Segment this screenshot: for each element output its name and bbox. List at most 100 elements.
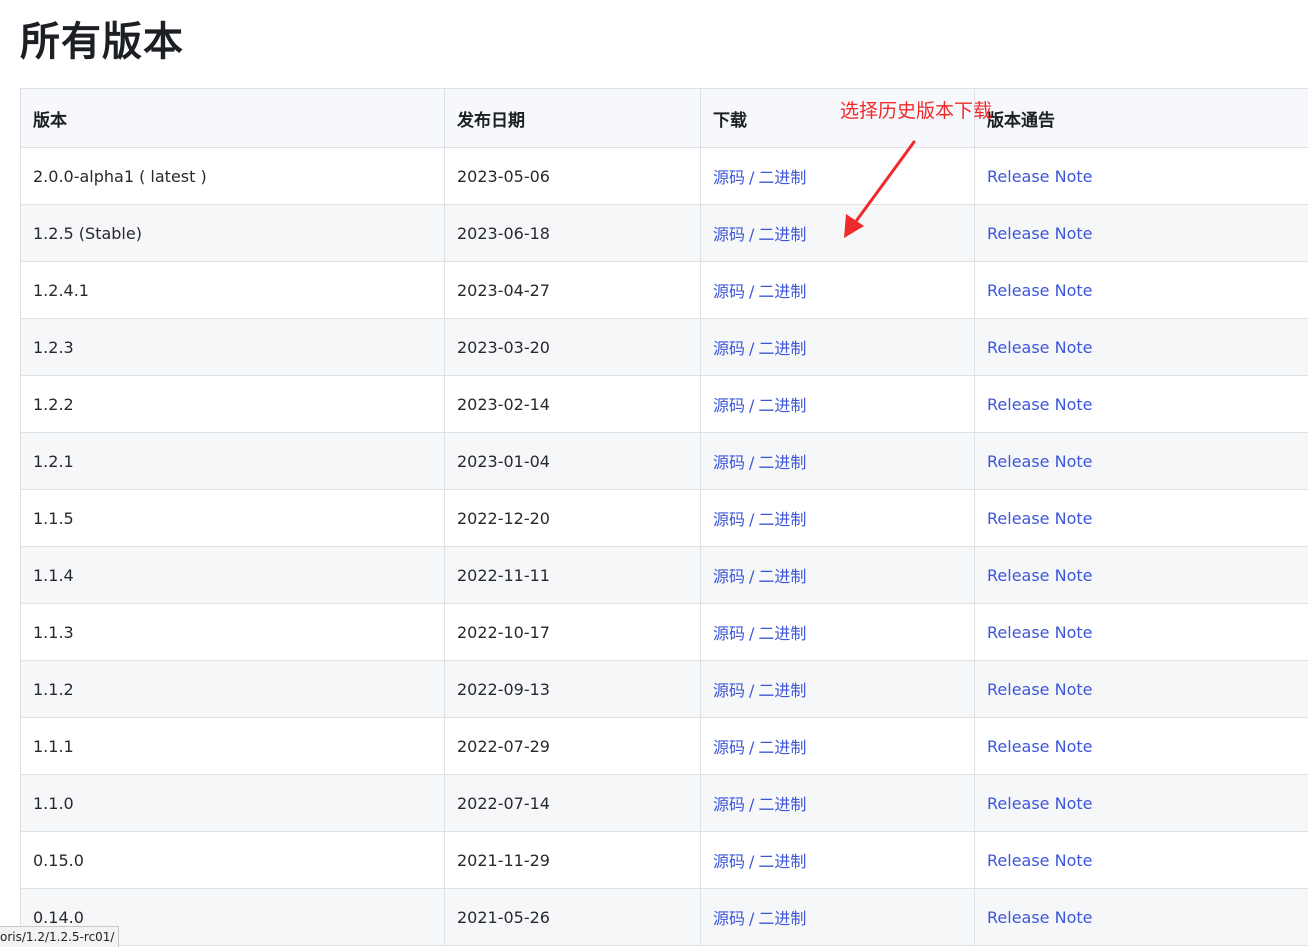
source-download-link[interactable]: 源码 [713,282,745,301]
source-download-link[interactable]: 源码 [713,567,745,586]
source-download-link[interactable]: 源码 [713,624,745,643]
link-separator: / [749,168,755,187]
release-note-link[interactable]: Release Note [987,395,1092,414]
binary-download-link[interactable]: 二进制 [758,681,806,700]
binary-download-link[interactable]: 二进制 [758,624,806,643]
source-download-link[interactable]: 源码 [713,852,745,871]
version-cell: 1.2.4.1 [20,261,445,319]
table-row: 1.1.4 2022-11-11 源码 / 二进制 Release Note [20,546,1308,604]
binary-download-link[interactable]: 二进制 [758,909,806,928]
release-note-cell: Release Note [974,888,1308,946]
binary-download-link[interactable]: 二进制 [758,453,806,472]
link-separator: / [749,567,755,586]
release-note-cell: Release Note [974,660,1308,718]
release-note-cell: Release Note [974,432,1308,490]
table-row: 0.15.0 2021-11-29 源码 / 二进制 Release Note [20,831,1308,889]
table-row: 1.1.0 2022-07-14 源码 / 二进制 Release Note [20,774,1308,832]
binary-download-link[interactable]: 二进制 [758,339,806,358]
version-cell: 1.1.3 [20,603,445,661]
download-cell: 源码 / 二进制 [700,432,975,490]
release-date-cell: 2023-03-20 [444,318,701,376]
link-separator: / [749,795,755,814]
release-date-cell: 2023-04-27 [444,261,701,319]
release-note-cell: Release Note [974,831,1308,889]
release-note-cell: Release Note [974,147,1308,205]
release-note-cell: Release Note [974,603,1308,661]
version-cell: 1.2.5 (Stable) [20,204,445,262]
page-title: 所有版本 [20,19,184,65]
release-note-link[interactable]: Release Note [987,908,1092,927]
release-date-cell: 2023-01-04 [444,432,701,490]
binary-download-link[interactable]: 二进制 [758,225,806,244]
release-date-cell: 2022-11-11 [444,546,701,604]
table-row: 1.2.5 (Stable) 2023-06-18 源码 / 二进制 Release No… [20,204,1308,262]
download-cell: 源码 / 二进制 [700,375,975,433]
source-download-link[interactable]: 源码 [713,738,745,757]
version-cell: 1.1.4 [20,546,445,604]
download-cell: 源码 / 二进制 [700,831,975,889]
release-note-link[interactable]: Release Note [987,167,1092,186]
source-download-link[interactable]: 源码 [713,453,745,472]
source-download-link[interactable]: 源码 [713,795,745,814]
table-row: 0.14.0 2021-05-26 源码 / 二进制 Release Note [20,888,1308,946]
source-download-link[interactable]: 源码 [713,339,745,358]
link-separator: / [749,396,755,415]
binary-download-link[interactable]: 二进制 [758,168,806,187]
annotation-callout: 选择历史版本下载 [840,100,993,122]
release-note-link[interactable]: Release Note [987,737,1092,756]
link-separator: / [749,909,755,928]
download-cell: 源码 / 二进制 [700,603,975,661]
download-cell: 源码 / 二进制 [700,660,975,718]
table-row: 1.2.2 2023-02-14 源码 / 二进制 Release Note [20,375,1308,433]
release-note-link[interactable]: Release Note [987,509,1092,528]
release-note-link[interactable]: Release Note [987,224,1092,243]
download-cell: 源码 / 二进制 [700,717,975,775]
table-row: 1.2.1 2023-01-04 源码 / 二进制 Release Note [20,432,1308,490]
release-note-link[interactable]: Release Note [987,851,1092,870]
release-date-cell: 2022-07-14 [444,774,701,832]
table-row: 1.2.4.1 2023-04-27 源码 / 二进制 Release Note [20,261,1308,319]
source-download-link[interactable]: 源码 [713,681,745,700]
binary-download-link[interactable]: 二进制 [758,396,806,415]
version-cell: 1.1.1 [20,717,445,775]
release-note-link[interactable]: Release Note [987,623,1092,642]
release-note-link[interactable]: Release Note [987,794,1092,813]
version-cell: 1.1.2 [20,660,445,718]
release-note-link[interactable]: Release Note [987,452,1092,471]
download-cell: 源码 / 二进制 [700,489,975,547]
annotation-arrow-icon [844,140,916,238]
table-row: 1.2.3 2023-03-20 源码 / 二进制 Release Note [20,318,1308,376]
source-download-link[interactable]: 源码 [713,510,745,529]
binary-download-link[interactable]: 二进制 [758,282,806,301]
source-download-link[interactable]: 源码 [713,225,745,244]
download-cell: 源码 / 二进制 [700,774,975,832]
download-cell: 源码 / 二进制 [700,318,975,376]
binary-download-link[interactable]: 二进制 [758,567,806,586]
release-note-cell: Release Note [974,546,1308,604]
release-note-link[interactable]: Release Note [987,680,1092,699]
link-url-status-tooltip: oris/1.2/1.2.5-rc01/ [0,926,120,947]
version-cell: 0.15.0 [20,831,445,889]
release-date-cell: 2022-09-13 [444,660,701,718]
link-separator: / [749,852,755,871]
release-note-link[interactable]: Release Note [987,566,1092,585]
table-row: 1.1.5 2022-12-20 源码 / 二进制 Release Note [20,489,1308,547]
binary-download-link[interactable]: 二进制 [758,795,806,814]
binary-download-link[interactable]: 二进制 [758,510,806,529]
version-cell: 2.0.0-alpha1 ( latest ) [20,147,445,205]
release-date-cell: 2022-10-17 [444,603,701,661]
table-row: 1.1.3 2022-10-17 源码 / 二进制 Release Note [20,603,1308,661]
table-row: 1.1.2 2022-09-13 源码 / 二进制 Release Note [20,660,1308,718]
column-header-version: 版本 [20,88,445,148]
binary-download-link[interactable]: 二进制 [758,738,806,757]
binary-download-link[interactable]: 二进制 [758,852,806,871]
version-cell: 1.2.3 [20,318,445,376]
source-download-link[interactable]: 源码 [713,168,745,187]
release-note-link[interactable]: Release Note [987,338,1092,357]
version-cell: 1.1.0 [20,774,445,832]
versions-table-container: 版本 发布日期 下载 版本通告 2.0.0-alpha1 ( latest ) 2… [20,88,1308,947]
release-date-cell: 2023-06-18 [444,204,701,262]
source-download-link[interactable]: 源码 [713,396,745,415]
source-download-link[interactable]: 源码 [713,909,745,928]
release-note-link[interactable]: Release Note [987,281,1092,300]
